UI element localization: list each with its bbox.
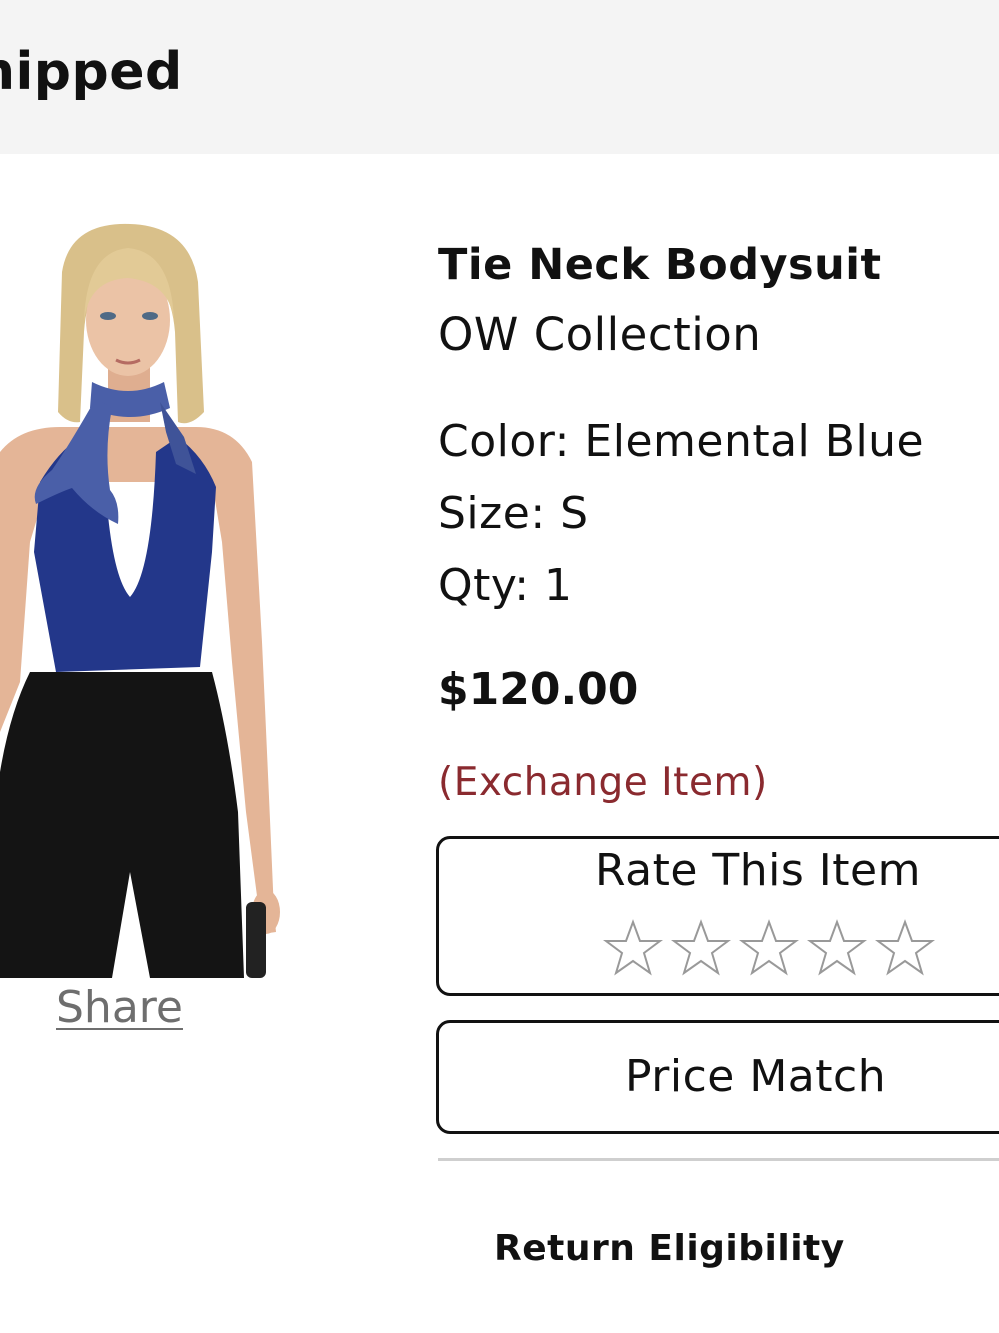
star-4-icon[interactable] (807, 919, 867, 979)
star-1-icon[interactable] (603, 919, 663, 979)
section-divider (438, 1158, 999, 1161)
shipment-status-banner: Shipped (0, 0, 999, 154)
product-price: $120.00 (438, 664, 639, 715)
shipment-status-text: Shipped (0, 42, 183, 102)
rate-item-box[interactable]: Rate This Item (436, 836, 999, 996)
order-item-page: Shipped (0, 0, 999, 1333)
product-size: Size: S (438, 488, 589, 539)
star-3-icon[interactable] (739, 919, 799, 979)
share-link[interactable]: Share (56, 982, 183, 1033)
product-name[interactable]: Tie Neck Bodysuit (438, 240, 882, 290)
star-5-icon[interactable] (875, 919, 935, 979)
price-match-label: Price Match (625, 1051, 887, 1102)
rate-item-title: Rate This Item (595, 845, 921, 896)
price-match-button[interactable]: Price Match (436, 1020, 999, 1134)
product-color: Color: Elemental Blue (438, 416, 925, 467)
star-2-icon[interactable] (671, 919, 731, 979)
product-image[interactable] (0, 212, 300, 978)
product-quantity: Qty: 1 (438, 560, 573, 611)
return-eligibility-link[interactable]: Return Eligibility (494, 1228, 845, 1269)
product-photo-icon (0, 212, 300, 978)
star-rating[interactable] (603, 919, 935, 979)
exchange-item-note: (Exchange Item) (438, 760, 768, 805)
brand-name[interactable]: OW Collection (438, 308, 761, 361)
